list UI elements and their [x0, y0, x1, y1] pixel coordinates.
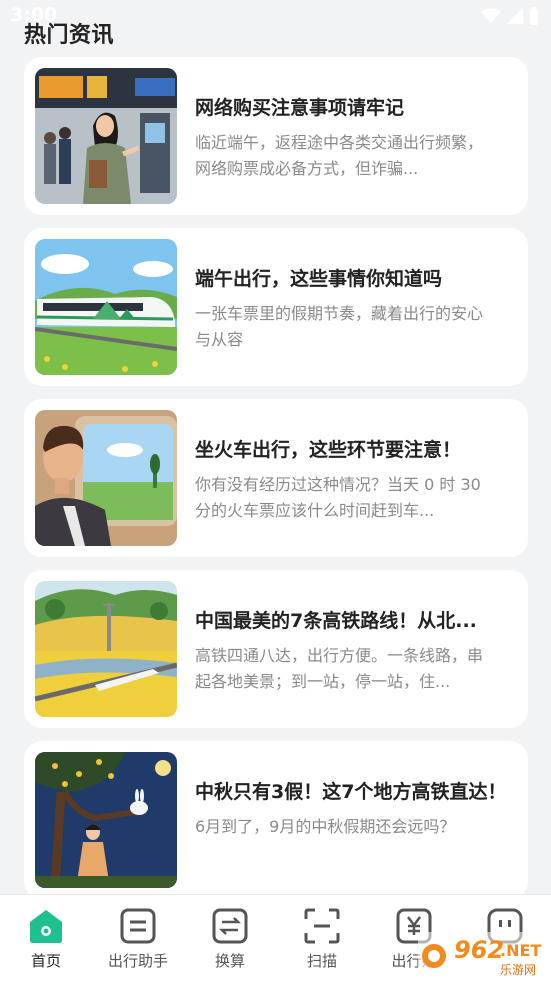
- news-title: 中国最美的7条高铁路线！从北...: [195, 610, 477, 632]
- nav-convert[interactable]: 换算: [184, 895, 276, 982]
- nav-label: 出行助手: [107, 952, 168, 970]
- nav-label: 换算: [214, 952, 245, 970]
- news-list: 网络购买注意事项请牢记 临近端午，返程途中各类交通出行频繁，网络购票成必备方式，…: [24, 57, 528, 912]
- news-title: 网络购买注意事项请牢记: [195, 97, 405, 119]
- news-card[interactable]: 中国最美的7条高铁路线！从北... 高铁四通八达，出行方便。一条线路，串起各地美…: [24, 570, 528, 728]
- status-icons: [481, 7, 539, 25]
- watermark-logo: 962 .NET 乐游网: [418, 932, 550, 978]
- news-thumbnail: [35, 581, 177, 717]
- svg-text:.NET: .NET: [500, 941, 541, 960]
- nav-label: 首页: [30, 952, 61, 970]
- scan-icon: [304, 908, 340, 944]
- news-thumbnail: [35, 239, 177, 375]
- news-desc: 临近端午，返程途中各类交通出行频繁，网络购票成必备方式，但诈骗...: [195, 133, 484, 178]
- home-icon: [30, 910, 62, 943]
- news-card[interactable]: 端午出行，这些事情你知道吗 一张车票里的假期节奏，藏着出行的安心与从容: [24, 228, 528, 386]
- news-thumbnail: [35, 68, 177, 204]
- news-title: 中秋只有3假！这7个地方高铁直达！: [195, 781, 507, 803]
- news-desc: 6月到了，9月的中秋假期还会远吗？: [195, 817, 456, 836]
- nav-label: 扫描: [306, 952, 337, 970]
- news-thumbnail: [35, 410, 177, 546]
- wifi-icon: [481, 8, 501, 23]
- nav-home[interactable]: 首页: [0, 895, 92, 982]
- news-desc: 你有没有经历过这种情况？当天 0 时 30 分的火车票应该什么时间赶到车...: [195, 475, 481, 520]
- signal-icon: [507, 8, 523, 24]
- news-title: 坐火车出行，这些环节要注意！: [195, 439, 462, 461]
- battery-icon: [530, 7, 538, 25]
- page-title: 热门资讯: [24, 23, 115, 48]
- svg-text:乐游网: 乐游网: [500, 963, 536, 977]
- nav-scan[interactable]: 扫描: [276, 895, 368, 982]
- svg-text:962: 962: [454, 936, 504, 964]
- news-card[interactable]: 中秋只有3假！这7个地方高铁直达！ 6月到了，9月的中秋假期还会远吗？: [24, 741, 528, 899]
- news-card[interactable]: 网络购买注意事项请牢记 临近端午，返程途中各类交通出行频繁，网络购票成必备方式，…: [24, 57, 528, 215]
- assistant-icon: [120, 908, 156, 944]
- news-desc: 高铁四通八达，出行方便。一条线路，串起各地美景；到一站，停一站，住...: [195, 646, 484, 691]
- nav-assistant[interactable]: 出行助手: [92, 895, 184, 982]
- news-thumbnail: [35, 752, 177, 888]
- news-title: 端午出行，这些事情你知道吗: [195, 268, 443, 290]
- news-desc: 一张车票里的假期节奏，藏着出行的安心与从容: [195, 304, 484, 349]
- convert-icon: [212, 908, 248, 944]
- news-card[interactable]: 坐火车出行，这些环节要注意！ 你有没有经历过这种情况？当天 0 时 30 分的火…: [24, 399, 528, 557]
